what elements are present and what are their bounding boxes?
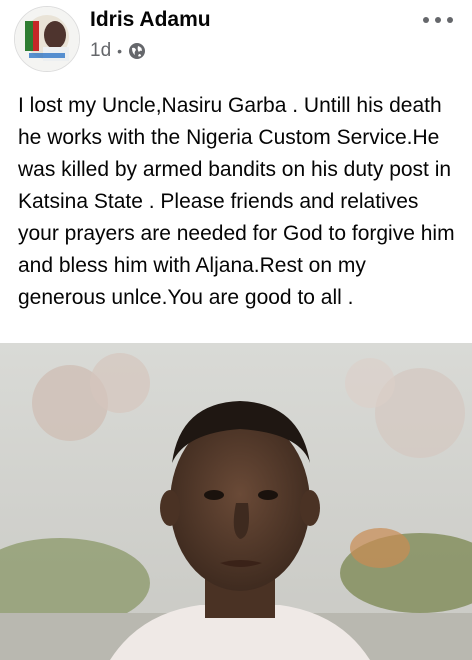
post-text: I lost my Uncle,Nasiru Garba . Untill hi… xyxy=(18,94,455,309)
avatar-image xyxy=(15,7,79,71)
post-photo-image xyxy=(0,343,472,660)
avatar[interactable] xyxy=(14,6,80,72)
post-header: Idris Adamu 1d • xyxy=(0,0,472,80)
meta-separator: • xyxy=(117,43,123,59)
more-options-button[interactable] xyxy=(418,8,458,32)
post-photo[interactable] xyxy=(0,343,472,660)
post-time[interactable]: 1d xyxy=(90,40,111,62)
post-meta: 1d • xyxy=(90,40,146,62)
more-options-icon xyxy=(423,17,453,23)
globe-icon xyxy=(129,43,146,59)
author-name[interactable]: Idris Adamu xyxy=(90,8,211,32)
